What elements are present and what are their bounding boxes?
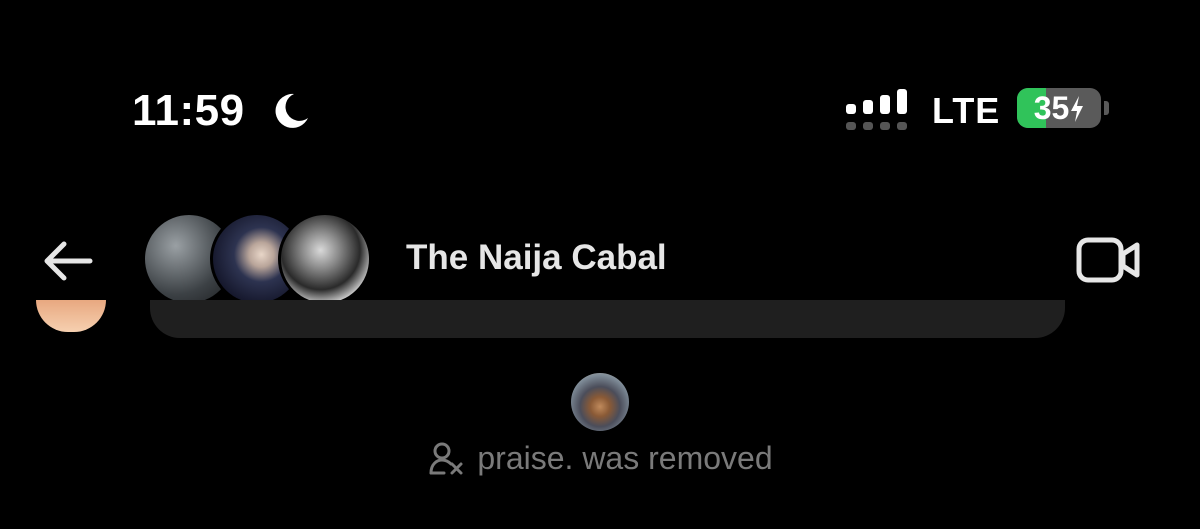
moon-icon bbox=[275, 93, 308, 128]
video-camera-icon[interactable] bbox=[1076, 236, 1140, 284]
battery-cap bbox=[1104, 101, 1109, 115]
network-type: LTE bbox=[932, 90, 1001, 131]
remove-user-icon bbox=[429, 442, 463, 474]
removed-user-avatar[interactable] bbox=[571, 373, 629, 431]
event-text: praise. was removed bbox=[477, 440, 773, 476]
group-name[interactable]: The Naija Cabal bbox=[406, 238, 667, 278]
charging-bolt-icon bbox=[1071, 96, 1084, 122]
system-event: praise. was removed bbox=[0, 440, 1200, 488]
cellular-signal-icon bbox=[846, 89, 907, 130]
previous-message-bubble[interactable] bbox=[150, 300, 1065, 338]
status-bar: 11:59 LTE 35 bbox=[0, 0, 1200, 160]
battery-indicator: 35 bbox=[1017, 88, 1101, 128]
status-time: 11:59 bbox=[132, 86, 245, 135]
member-avatar bbox=[278, 212, 372, 306]
back-arrow-icon[interactable] bbox=[40, 236, 96, 286]
previous-sender-avatar[interactable] bbox=[36, 300, 106, 332]
battery-level: 35 bbox=[1017, 90, 1101, 127]
group-avatars[interactable] bbox=[142, 212, 382, 306]
chat-header: The Naija Cabal bbox=[0, 200, 1200, 310]
